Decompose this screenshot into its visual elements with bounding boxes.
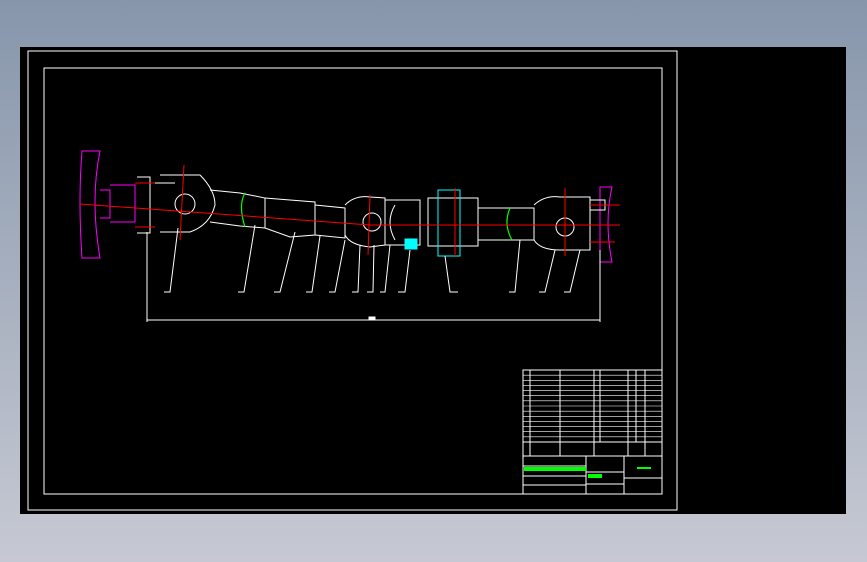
drawing-canvas xyxy=(27,50,678,511)
coupling-yoke xyxy=(385,199,421,246)
shaft-tube-1 xyxy=(209,189,266,229)
sheet-inner-border xyxy=(43,67,663,495)
cad-viewport[interactable] xyxy=(20,47,846,514)
lower-bearing-cap xyxy=(404,238,418,250)
middle-cross xyxy=(362,212,382,232)
center-bearing-housing xyxy=(427,197,479,247)
left-yoke xyxy=(137,174,216,234)
break-lines xyxy=(240,192,513,241)
leader-lines xyxy=(164,224,581,293)
title-block-rows xyxy=(523,374,662,438)
sheet-outer-border xyxy=(27,50,678,511)
drive-shaft-assembly xyxy=(79,150,613,263)
shaft-tube-3 xyxy=(477,207,535,241)
middle-yoke xyxy=(344,196,386,248)
centerlines xyxy=(79,164,620,256)
